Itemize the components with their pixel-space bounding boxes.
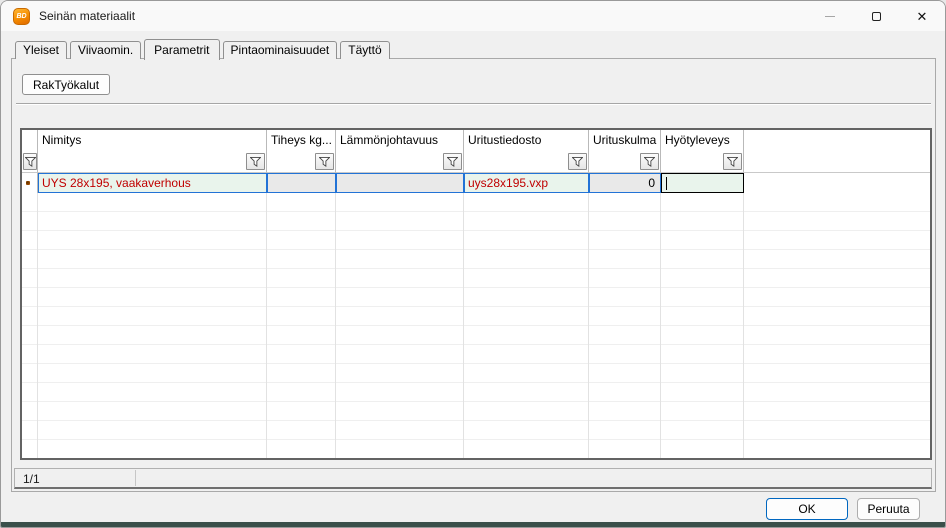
filter-funnel-button[interactable] [640, 153, 659, 170]
window-controls: ✕ [807, 1, 945, 31]
row-filler-cell [744, 173, 930, 193]
filter-funnel-button[interactable] [568, 153, 587, 170]
funnel-icon [447, 157, 458, 167]
rak-tyokalut-button[interactable]: RakTyökalut [22, 74, 110, 95]
cell-tiheys[interactable] [267, 173, 336, 193]
funnel-icon [572, 157, 583, 167]
filter-cell-selector [22, 151, 38, 173]
funnel-icon [319, 157, 330, 167]
title-bar[interactable]: BD Seinän materiaalit ✕ [1, 1, 945, 31]
materials-grid: Nimitys Tiheys kg... Lämmönjohtavuus Uri… [20, 128, 932, 460]
grid-column-line [335, 193, 336, 458]
text-caret [666, 177, 667, 190]
grid-header-row: Nimitys Tiheys kg... Lämmönjohtavuus Uri… [22, 130, 930, 151]
minimize-button[interactable] [807, 1, 853, 31]
filter-cell-hyotyleveys [661, 151, 744, 173]
minimize-icon [825, 16, 835, 17]
grid-column-line [660, 193, 661, 458]
grid-column-line [37, 193, 38, 458]
row-indicator-cell[interactable] [22, 173, 38, 193]
filter-cell-nimitys [38, 151, 267, 173]
tab-viivaomin[interactable]: Viivaomin. [70, 41, 141, 59]
bottom-edge-strip [1, 522, 945, 527]
grid-column-line [743, 193, 744, 458]
funnel-icon [25, 157, 36, 167]
status-bar-divider [135, 470, 136, 486]
cancel-button[interactable]: Peruuta [857, 498, 920, 520]
funnel-icon [644, 157, 655, 167]
row-selector-header [22, 130, 38, 151]
cell-nimitys[interactable]: UYS 28x195, vaakaverhous [38, 173, 267, 193]
cell-uritustiedosto-text: uys28x195.vxp [468, 176, 548, 190]
separator-line [16, 103, 931, 105]
maximize-button[interactable] [853, 1, 899, 31]
close-button[interactable]: ✕ [899, 1, 945, 31]
app-logo-text: BD [16, 13, 26, 20]
column-header-tiheys[interactable]: Tiheys kg... [267, 130, 336, 151]
tab-parametrit[interactable]: Parametrit [144, 39, 219, 60]
column-header-urituskulma[interactable]: Urituskulma [589, 130, 661, 151]
cell-lammonjohtavuus[interactable] [336, 173, 464, 193]
grid-column-line [463, 193, 464, 458]
tab-page-parametrit: RakTyökalut Nimitys Tiheys kg... Lämmönj… [11, 58, 936, 492]
tab-bar: Yleiset Viivaomin. Parametrit Pintaomina… [15, 42, 393, 59]
column-header-hyotyleveys[interactable]: Hyötyleveys [661, 130, 744, 151]
status-bar: 1/1 [14, 468, 932, 489]
close-icon: ✕ [917, 10, 928, 23]
edit-dot-icon [26, 181, 30, 185]
funnel-icon [727, 157, 738, 167]
filter-cell-uritustiedosto [464, 151, 589, 173]
column-header-uritustiedosto[interactable]: Uritustiedosto [464, 130, 589, 151]
grid-filter-row [22, 151, 930, 173]
filter-funnel-button[interactable] [723, 153, 742, 170]
dialog-window: BD Seinän materiaalit ✕ Yleiset Viivaomi… [0, 0, 946, 528]
table-row: UYS 28x195, vaakaverhous uys28x195.vxp 0 [22, 173, 930, 193]
filter-cell-urituskulma [589, 151, 661, 173]
cell-hyotyleveys-editing[interactable] [661, 173, 744, 193]
filter-funnel-button[interactable] [315, 153, 334, 170]
app-logo-icon: BD [13, 8, 30, 25]
grid-column-line [266, 193, 267, 458]
filter-cell-filler [744, 151, 930, 173]
filter-funnel-button[interactable] [443, 153, 462, 170]
row-count-indicator: 1/1 [23, 472, 40, 486]
window-title: Seinän materiaalit [39, 9, 135, 23]
grid-column-line [588, 193, 589, 458]
column-header-lammonjohtavuus[interactable]: Lämmönjohtavuus [336, 130, 464, 151]
column-header-filler [744, 130, 930, 151]
cell-nimitys-text: UYS 28x195, vaakaverhous [42, 176, 191, 190]
filter-cell-lammonjohtavuus [336, 151, 464, 173]
filter-funnel-button[interactable] [246, 153, 265, 170]
funnel-icon [250, 157, 261, 167]
cell-urituskulma[interactable]: 0 [589, 173, 661, 193]
tab-pintaominaisuudet[interactable]: Pintaominaisuudet [223, 41, 338, 59]
tab-taytto[interactable]: Täyttö [340, 41, 389, 59]
tab-yleiset[interactable]: Yleiset [15, 41, 67, 59]
cell-uritustiedosto[interactable]: uys28x195.vxp [464, 173, 589, 193]
filter-funnel-button[interactable] [23, 153, 37, 170]
column-header-nimitys[interactable]: Nimitys [38, 130, 267, 151]
ok-button[interactable]: OK [766, 498, 848, 520]
maximize-icon [872, 12, 881, 21]
filter-cell-tiheys [267, 151, 336, 173]
grid-empty-area[interactable] [22, 193, 930, 458]
